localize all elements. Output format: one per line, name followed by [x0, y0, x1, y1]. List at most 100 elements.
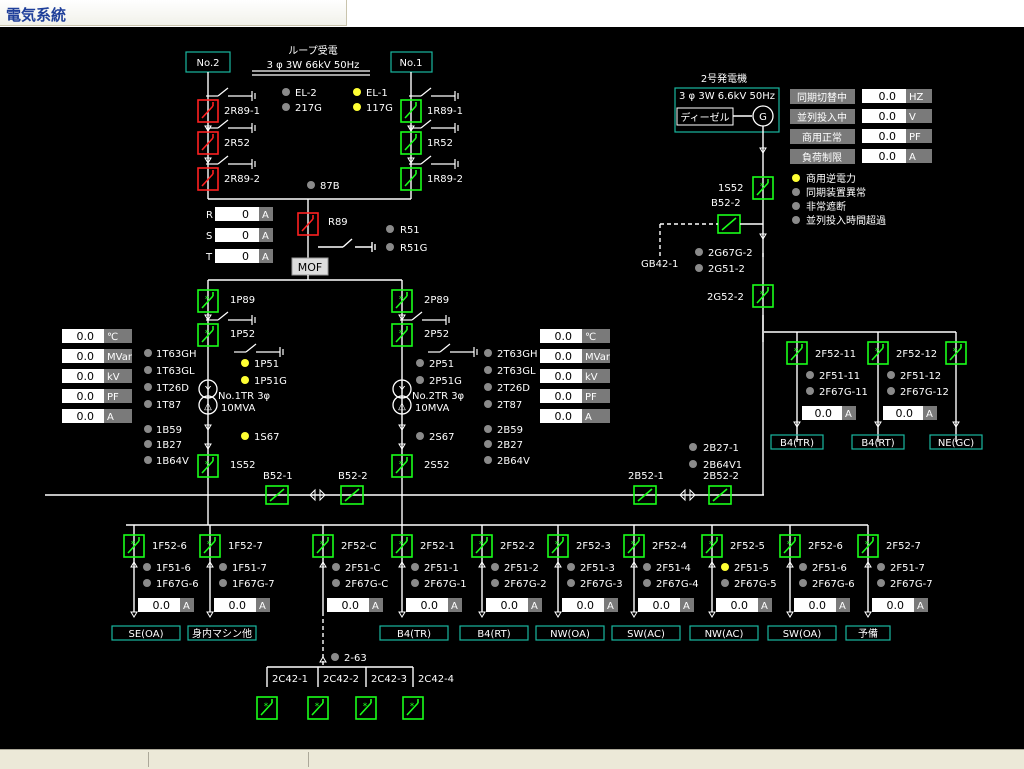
svg-text:*: * [205, 329, 210, 339]
feeder1-meter-1: 0.0 MVar [62, 349, 133, 363]
feeder-meter-1: 0.0 A [214, 598, 270, 612]
lamp-87b [307, 181, 315, 189]
lamp-label: 2B59 [497, 425, 523, 436]
window-title: 電気系統 [6, 6, 67, 24]
lamp-label: 2B27 [497, 440, 523, 451]
meter-value: 0.0 [653, 599, 671, 612]
lamp-117g [353, 103, 361, 111]
feeder1-meter-2: 0.0 kV [62, 369, 132, 383]
breaker-2c42-2[interactable]: * [307, 696, 329, 720]
svg-text:*: * [709, 540, 714, 550]
transformer-capacity: 10MVA [415, 403, 450, 414]
lamp-label: 1T26D [156, 383, 189, 394]
lamp-2b27-1 [689, 443, 697, 451]
breaker-label: 1P52 [230, 329, 255, 340]
svg-text:*: * [760, 290, 765, 300]
lamp-1t87 [144, 400, 152, 408]
rst-meter-t: 0A [215, 249, 273, 263]
feeder2-meter-4: 0.0 A [540, 409, 610, 423]
gen-alarm-label: 並列投入時間超過 [806, 214, 886, 227]
meter-unit: A [761, 601, 768, 612]
meter-unit: A [259, 601, 266, 612]
ground-switch [409, 87, 459, 101]
lamp-2f67g-5 [721, 579, 729, 587]
meter-unit: HZ [909, 92, 924, 103]
meter-value: 0.0 [879, 130, 897, 143]
rst-meter-s: 0A [215, 228, 273, 242]
breaker-2c42-1[interactable]: * [256, 696, 278, 720]
lamp-2f67g-6 [799, 579, 807, 587]
svg-text:*: * [787, 540, 792, 550]
lamp-label: 2P51G [429, 376, 462, 387]
loop-receiving-spec: 3 φ 3W 66kV 50Hz [267, 60, 360, 71]
lamp-gen-alarm-2 [792, 202, 800, 210]
lamp-label: 1P51G [254, 376, 287, 387]
lamp-label: 2F67G-C [345, 579, 388, 590]
breaker-label: 2F52-3 [576, 541, 611, 552]
meter-unit: ℃ [585, 332, 596, 343]
lamp-label: 2F51-2 [504, 563, 539, 574]
breaker-label: 1R89-1 [427, 106, 463, 117]
breaker-gen-b52-2[interactable] [717, 214, 741, 234]
feeder-meter-6: 0.0 A [638, 598, 694, 612]
transformer-label: No.2TR 3φ [412, 391, 465, 402]
meter-value: 0 [242, 208, 249, 221]
svg-text:*: * [399, 460, 404, 470]
flow-arrow [398, 611, 406, 618]
title-tab[interactable]: 電気系統 [0, 0, 347, 26]
wire [342, 238, 353, 248]
meter-value: 0.0 [577, 599, 595, 612]
meter-unit: MVar [585, 352, 611, 363]
feeder-dest: 予備 [858, 627, 878, 640]
svg-text:*: * [760, 182, 765, 192]
lamp-label: 1F51-7 [232, 563, 267, 574]
svg-text:*: * [479, 540, 484, 550]
lamp-2b64v [484, 456, 492, 464]
meter-unit: A [607, 601, 614, 612]
ground-switch [206, 87, 256, 101]
gen-status-label: 並列投入中 [797, 111, 847, 124]
meter-unit: PF [107, 392, 119, 403]
breaker-label: 2F52-12 [896, 349, 937, 360]
incoming-no1: No.1 [400, 58, 423, 69]
ground-switch [409, 155, 459, 169]
feeder-meter-4: 0.0 A [486, 598, 542, 612]
lamp-label: 2F67G-7 [890, 579, 933, 590]
svg-text:*: * [953, 347, 958, 357]
feeder2-meter-3: 0.0 PF [540, 389, 610, 403]
breaker-2c42-3[interactable]: * [355, 696, 377, 720]
lamp-217g [282, 103, 290, 111]
meter-unit: MVar [107, 352, 133, 363]
lamp-2t26d [484, 383, 492, 391]
meter-unit: kV [585, 372, 598, 383]
meter-value: 0.0 [555, 370, 573, 383]
gen-feeder-dest: B4(TR) [780, 438, 814, 449]
svg-text:*: * [794, 347, 799, 357]
lamp-label: 2B64V [497, 456, 530, 467]
flow-arrow [864, 611, 872, 618]
lamp-2f51-12 [887, 371, 895, 379]
breaker-label: 1F52-7 [228, 541, 263, 552]
lamp-2f67g-3 [567, 579, 575, 587]
capacitor-label: 2C42-1 [272, 674, 308, 685]
lamp-2b59 [484, 425, 492, 433]
lamp-label: 2F67G-3 [580, 579, 623, 590]
lamp-label: 2F67G-12 [900, 387, 949, 398]
breaker-2c42-4[interactable]: * [402, 696, 424, 720]
lamp-r51g [386, 243, 394, 251]
lamp-2f51-5 [721, 563, 729, 571]
incoming-no2: No.2 [197, 58, 220, 69]
lamp-2-63 [331, 653, 339, 661]
lamp-2f67g-1 [411, 579, 419, 587]
feeder-dest: B4(RT) [477, 629, 510, 640]
lamp-1b59 [144, 425, 152, 433]
lamp-el1 [353, 88, 361, 96]
meter-unit: A [845, 409, 852, 420]
meter-unit: A [262, 252, 269, 263]
feeder-dest: SE(OA) [128, 629, 163, 640]
lamp-2g51-2 [695, 264, 703, 272]
gen-status-label: 同期切替中 [797, 91, 847, 104]
lamp-2s67 [416, 432, 424, 440]
lamp-label: 217G [295, 103, 322, 114]
meter-value: 0.0 [887, 599, 905, 612]
